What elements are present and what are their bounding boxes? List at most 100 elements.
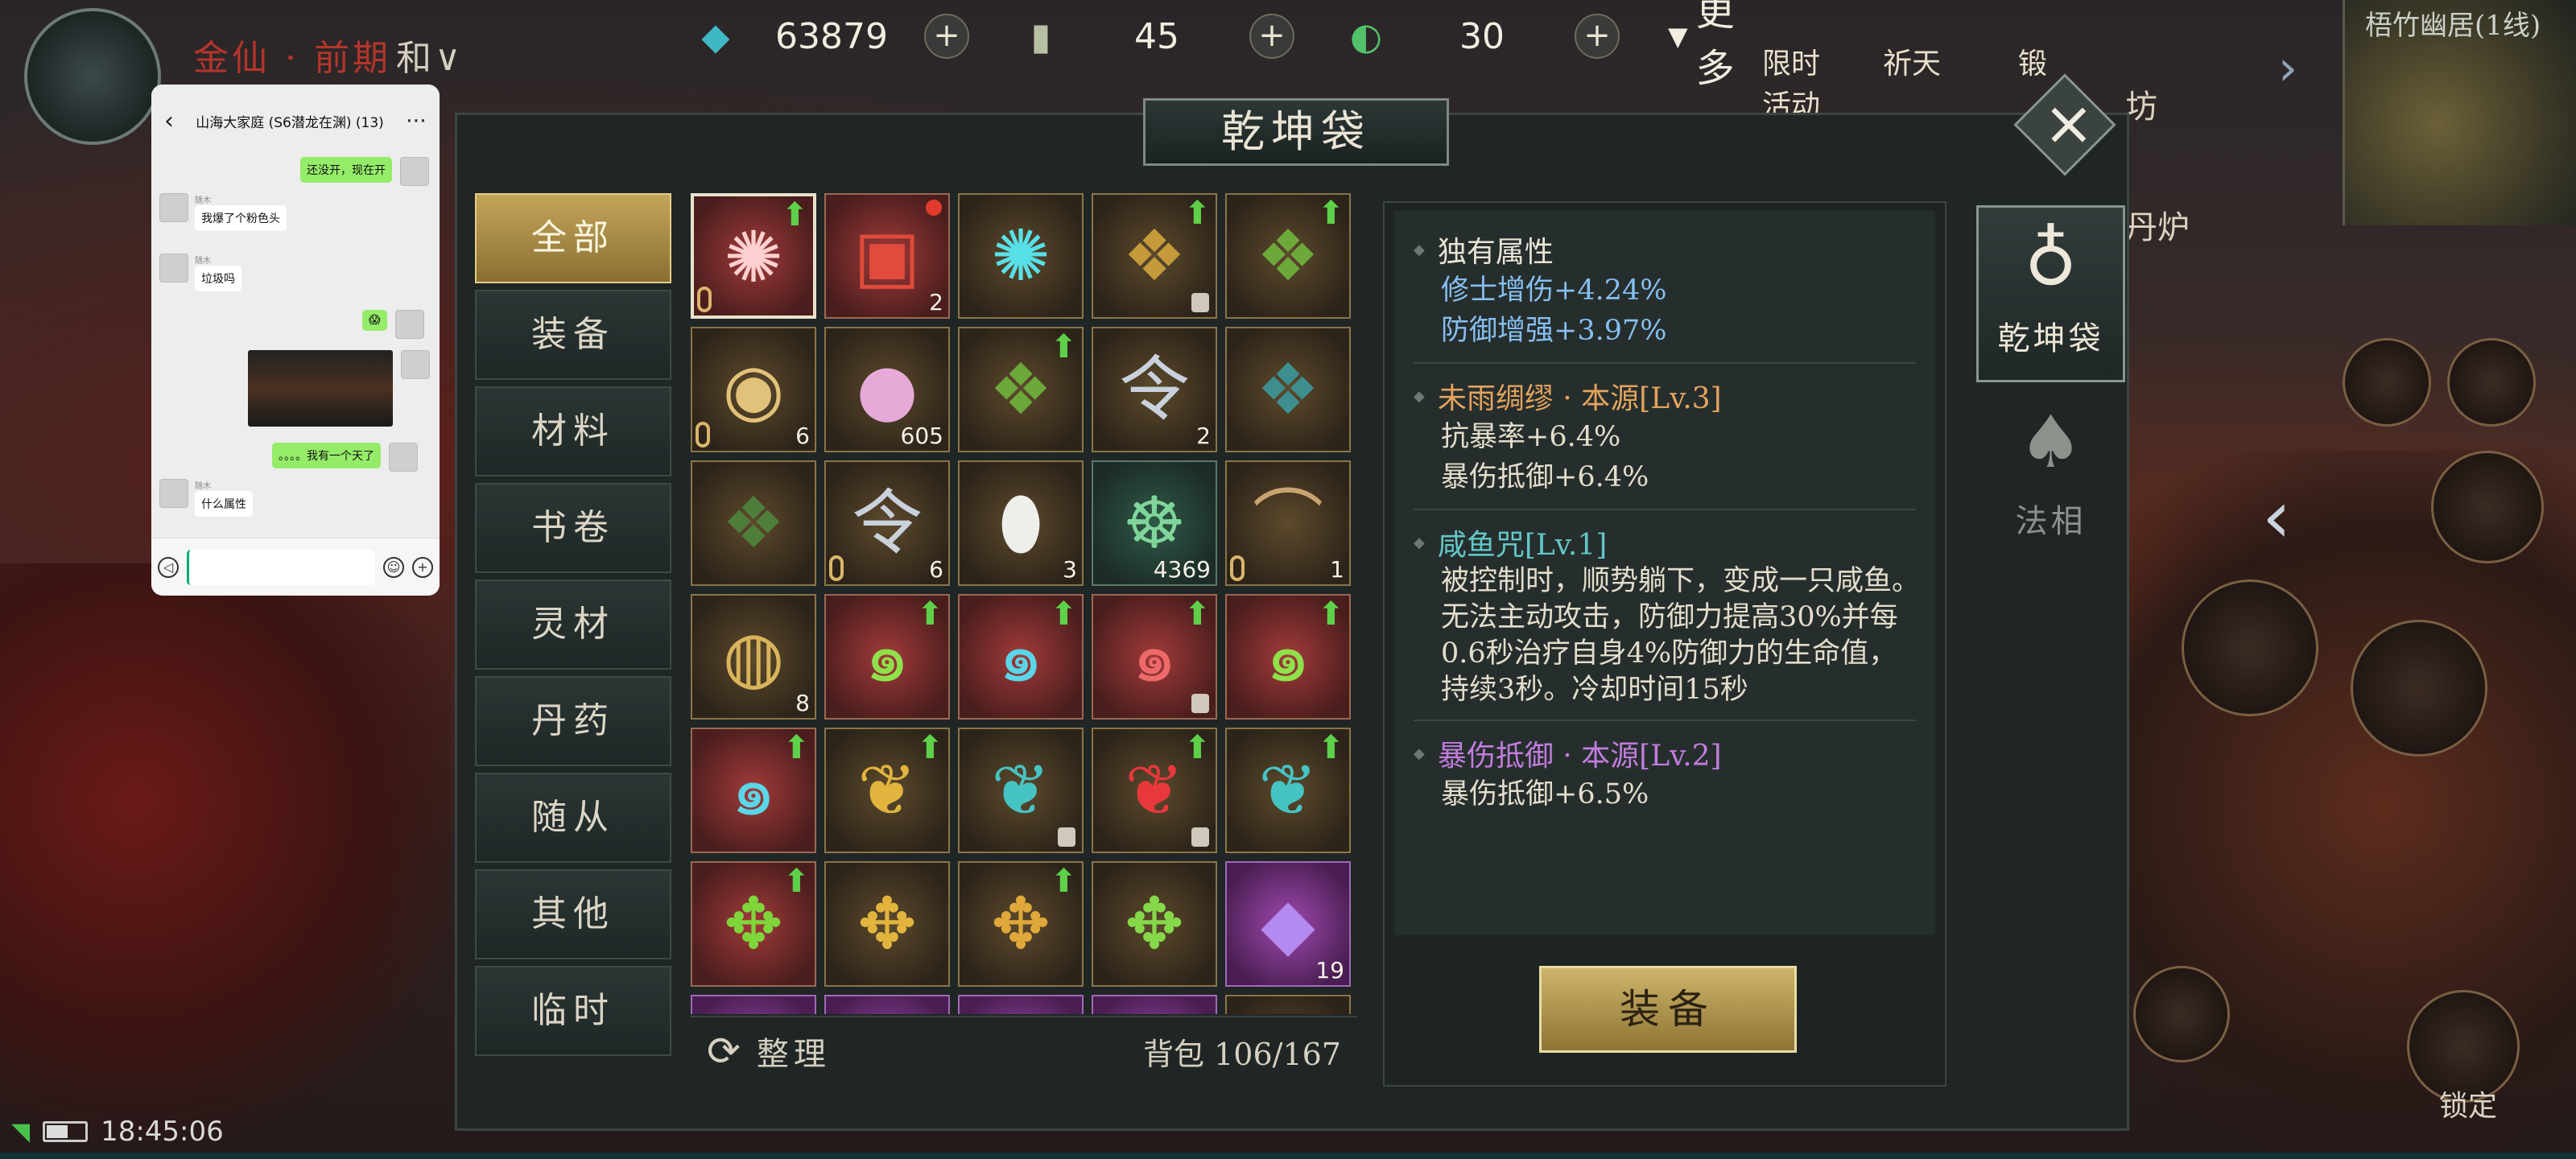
treasure-chest-item[interactable]: ▣ 2 <box>824 193 950 319</box>
upgrade-arrow-icon: ⬆ <box>782 729 810 766</box>
red-wisp-item[interactable]: ❦ ⬆ <box>1092 728 1217 853</box>
cyan-swirl-item[interactable]: ๑ ⬆ <box>691 728 816 853</box>
furnace-label[interactable]: 丹炉 <box>2125 201 2190 248</box>
dragon-crest-green-item[interactable]: ❖ ⬆ <box>1225 193 1351 319</box>
dish-item[interactable]: ◍ 8 <box>691 594 816 720</box>
tab-category-4[interactable]: 灵材 <box>475 580 671 670</box>
tab-bag[interactable]: ♁ 乾坤袋 <box>1976 205 2125 382</box>
item-detail-content[interactable]: 独有属性修士增伤+4.24% 防御增强+3.97% 未雨绸缪 · 本源[Lv.3] 抗… <box>1394 211 1935 935</box>
add-icon[interactable]: + <box>412 556 433 578</box>
add-currency-button[interactable]: + <box>1249 14 1294 59</box>
order-token-item[interactable]: 令6 <box>824 460 950 586</box>
dragon-crest-dark-item[interactable]: ❖ <box>691 460 816 586</box>
more-label: 更多 <box>1695 0 1735 91</box>
green-mask-item[interactable]: ✥ ⬆ <box>691 861 816 987</box>
teal-wisp-item[interactable]: ❦ ⬆ <box>1225 728 1351 853</box>
item-count: 1 <box>1330 556 1344 583</box>
add-currency-button[interactable]: + <box>924 14 969 59</box>
gold-coin-item[interactable]: ◉ 6 <box>691 327 816 452</box>
top-activity-1[interactable]: 祈天 <box>1876 40 1948 124</box>
item-count: 19 <box>1315 957 1344 984</box>
green-swirl-item[interactable]: ๑ ⬆ <box>824 594 950 720</box>
green-dragon-item[interactable]: ✥ <box>1092 861 1217 987</box>
red-swirl-item[interactable]: ๑ ⬆ <box>1092 594 1217 720</box>
skill-button-1[interactable] <box>2343 338 2431 427</box>
gold-mask-item-icon: ✥ <box>857 882 917 965</box>
upgrade-arrow-icon: ⬆ <box>1317 729 1344 766</box>
pink-pearl-item[interactable]: ● 605 <box>824 327 950 452</box>
dragon-crest-teal-item[interactable]: ❖ <box>1225 327 1351 452</box>
avatar-form-icon: ♠ <box>2018 400 2083 485</box>
chevron-right-icon[interactable]: › <box>2278 40 2297 97</box>
sender-name: 随木 <box>195 257 211 266</box>
fishing-rod-item[interactable]: ⌒ 1 <box>1225 460 1351 586</box>
voice-icon[interactable]: ◁ <box>158 556 179 578</box>
item-count: 4369 <box>1153 556 1211 583</box>
attack-button[interactable] <box>2133 966 2230 1062</box>
item-count: 2 <box>1196 423 1211 449</box>
tab-category-1[interactable]: 装备 <box>475 290 671 380</box>
tab-category-3[interactable]: 书卷 <box>475 483 671 573</box>
upgrade-arrow-icon: ⬆ <box>1050 863 1077 900</box>
chat-window[interactable]: ‹ 山海大家庭 (S6潜龙在渊) (13) ⋯ 还没开，现在开 随木 我爆了个粉… <box>151 85 440 596</box>
minimap-title: 梧竹幽居(1线) <box>2365 10 2541 42</box>
tab-category-5[interactable]: 丹药 <box>475 676 671 766</box>
more-icon[interactable]: ⋯ <box>406 109 427 133</box>
skill-effect-line: 暴伤抵御+6.5% <box>1441 778 1649 810</box>
gold-mask-item[interactable]: ✥ <box>824 861 950 987</box>
partial-item-slot[interactable] <box>691 995 816 1014</box>
back-icon[interactable]: ‹ <box>164 107 174 135</box>
upgrade-arrow-icon: ⬆ <box>1050 328 1077 365</box>
chat-image[interactable] <box>248 350 393 427</box>
teal-wisp-item[interactable]: ❦ <box>958 728 1084 853</box>
cyan-sigil-item[interactable]: ✺ <box>958 193 1084 319</box>
order-token-item[interactable]: 令2 <box>1092 327 1217 452</box>
emoji-icon[interactable]: ☺ <box>383 556 404 578</box>
avatar <box>394 310 424 339</box>
gold-dragon-item[interactable]: ✥ ⬆ <box>958 861 1084 987</box>
tab-category-7[interactable]: 其他 <box>475 869 671 959</box>
skill-button-2[interactable] <box>2447 338 2536 427</box>
more-menu-button[interactable]: ▼ 更多 <box>1668 0 1735 93</box>
upgrade-arrow-icon: ⬆ <box>781 196 808 233</box>
dragon-crest-item[interactable]: ❖ ⬆ <box>1092 193 1217 319</box>
currency-value: 63879 <box>775 15 888 57</box>
add-currency-button[interactable]: + <box>1575 14 1620 59</box>
partial-item-slot[interactable] <box>1225 995 1351 1014</box>
player-realm-suffix[interactable]: 和∨ <box>396 38 464 79</box>
equip-button[interactable]: 装备 <box>1539 966 1797 1053</box>
tab-avatar-form[interactable]: ♠ 法相 <box>1976 390 2125 567</box>
green-swirl-item[interactable]: ๑ ⬆ <box>1225 594 1351 720</box>
refresh-icon[interactable]: ⟳ <box>707 1028 741 1074</box>
skill-button-4[interactable] <box>2182 580 2318 716</box>
shop-label[interactable]: 坊 <box>2125 80 2157 127</box>
purple-crystal-item[interactable]: ◆ 19 <box>1225 861 1351 987</box>
upgrade-arrow-icon: ⬆ <box>1183 729 1211 766</box>
cyan-swirl-item[interactable]: ๑ ⬆ <box>958 594 1084 720</box>
sort-button[interactable]: 整理 <box>757 1028 831 1074</box>
top-activity-0[interactable]: 限时活动 <box>1755 40 1827 124</box>
close-icon[interactable]: × <box>2043 87 2095 159</box>
red-talisman-item[interactable]: ✺ ⬆ <box>691 193 816 319</box>
tab-category-8[interactable]: 临时 <box>475 966 671 1056</box>
tab-category-6[interactable]: 随从 <box>475 773 671 863</box>
chat-bubble: 什么属性 <box>195 491 253 517</box>
white-jade-item[interactable]: ⬮ 3 <box>958 460 1084 586</box>
skill-button-3[interactable] <box>2431 451 2544 563</box>
partial-item-slot[interactable] <box>824 995 950 1014</box>
partial-item-slot[interactable] <box>958 995 1084 1014</box>
chat-messages: 还没开，现在开 随木 我爆了个粉色头 随木 垃圾吗 😱 。。。。我有一个天了 随… <box>151 157 440 543</box>
upgrade-arrow-icon: ⬆ <box>1183 596 1211 633</box>
player-avatar[interactable] <box>24 8 161 145</box>
currency-value: 30 <box>1459 15 1505 57</box>
chevron-left-icon[interactable]: ‹ <box>2262 475 2291 559</box>
jade-buddha-item[interactable]: ☸ 4369 <box>1092 460 1217 586</box>
skill-button-5[interactable] <box>2351 620 2487 757</box>
partial-item-slot[interactable] <box>1092 995 1217 1014</box>
tab-category-0[interactable]: 全部 <box>475 193 671 283</box>
lock-icon <box>1191 293 1209 312</box>
dragon-crest-green-item[interactable]: ❖ ⬆ <box>958 327 1084 452</box>
tab-category-2[interactable]: 材料 <box>475 386 671 476</box>
gold-wisp-item[interactable]: ❦ ⬆ <box>824 728 950 853</box>
chat-input[interactable] <box>187 549 375 585</box>
